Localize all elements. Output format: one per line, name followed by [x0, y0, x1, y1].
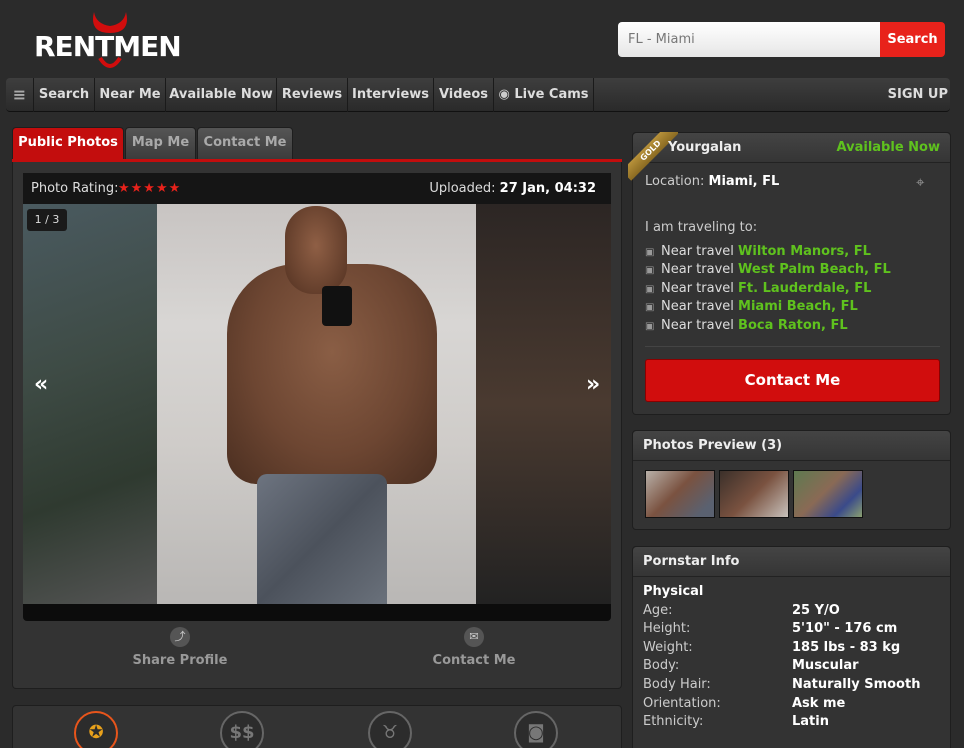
info-label: Age:: [643, 603, 673, 618]
nav-near-me[interactable]: Near Me: [95, 78, 166, 112]
pornstar-info-title: Pornstar Info: [633, 547, 950, 577]
luggage-icon: ▣: [645, 302, 655, 313]
contact-me-label: Contact Me: [432, 653, 516, 668]
photo-thumbnail[interactable]: [719, 470, 789, 518]
info-label: Orientation:: [643, 696, 721, 711]
travel-item: ▣ Near travel Miami Beach, FL: [645, 299, 858, 314]
share-icon: ⤴: [170, 627, 190, 647]
main-photo[interactable]: [157, 204, 476, 604]
site-header: RENTMEN Search: [0, 0, 964, 78]
travel-item: ▣ Near travel Wilton Manors, FL: [645, 244, 871, 259]
devil-icon[interactable]: ♉: [368, 711, 412, 748]
profile-location: Location: Miami, FL: [645, 174, 779, 189]
availability-status: Available Now: [836, 140, 940, 155]
travel-prefix: Near travel: [661, 318, 734, 333]
travel-city-link[interactable]: Wilton Manors, FL: [738, 244, 871, 259]
hamburger-icon[interactable]: ≡: [6, 78, 34, 112]
travel-prefix: Near travel: [661, 281, 734, 296]
next-arrow-icon[interactable]: »: [586, 372, 600, 397]
travel-prefix: Near travel: [661, 244, 734, 259]
uploaded-label: Uploaded:: [429, 181, 496, 196]
travel-prefix: Near travel: [661, 262, 734, 277]
nav-search[interactable]: Search: [34, 78, 95, 112]
luggage-icon: ▣: [645, 265, 655, 276]
search-button[interactable]: Search: [880, 22, 945, 57]
travel-city-link[interactable]: West Palm Beach, FL: [738, 262, 891, 277]
map-pin-icon[interactable]: ⌖: [916, 173, 936, 193]
search-input[interactable]: [618, 22, 880, 57]
share-profile-label: Share Profile: [132, 653, 228, 668]
signup-link[interactable]: SIGN UP: [888, 78, 948, 112]
info-label: Height:: [643, 621, 691, 636]
envelope-icon: ✉: [464, 627, 484, 647]
contact-me-button[interactable]: Contact Me: [645, 359, 940, 402]
contact-me-action-button[interactable]: ✉ Contact Me: [414, 627, 534, 668]
dollar-icon[interactable]: $$: [220, 711, 264, 748]
travel-item: ▣ Near travel Ft. Lauderdale, FL: [645, 281, 871, 296]
travel-item: ▣ Near travel Boca Raton, FL: [645, 318, 848, 333]
award-icon[interactable]: ✪: [74, 711, 118, 748]
prev-arrow-icon[interactable]: «: [34, 372, 48, 397]
tab-public-photos[interactable]: Public Photos: [12, 127, 124, 160]
tab-map-me[interactable]: Map Me: [125, 127, 196, 160]
travel-heading: I am traveling to:: [645, 220, 758, 235]
profile-username[interactable]: Yourgalan: [668, 140, 741, 155]
photo-rating-label: Photo Rating:: [31, 181, 119, 196]
share-profile-button[interactable]: ⤴ Share Profile: [120, 627, 240, 668]
camera-icon[interactable]: ◙: [514, 711, 558, 748]
info-value: 185 lbs - 83 kg: [792, 640, 901, 655]
photo-info-bar: Photo Rating: ★★★★★ Uploaded: 27 Jan, 04…: [23, 173, 611, 204]
luggage-icon: ▣: [645, 247, 655, 258]
info-value: Muscular: [792, 658, 859, 673]
photos-preview-title: Photos Preview (3): [633, 431, 950, 461]
webcam-icon: ◉: [498, 87, 510, 102]
nav-videos[interactable]: Videos: [434, 78, 494, 112]
prev-photo-preview[interactable]: [23, 204, 158, 604]
divider: [645, 346, 940, 347]
travel-prefix: Near travel: [661, 299, 734, 314]
location-label: Location:: [645, 174, 705, 189]
tab-contact-me[interactable]: Contact Me: [197, 127, 293, 160]
info-value: Latin: [792, 714, 829, 729]
travel-city-link[interactable]: Ft. Lauderdale, FL: [738, 281, 871, 296]
main-nav: ≡ Search Near Me Available Now Reviews I…: [6, 78, 950, 112]
site-logo[interactable]: RENTMEN: [28, 8, 188, 70]
photo-phone: [322, 286, 352, 326]
next-photo-preview[interactable]: [476, 204, 611, 604]
photo-subject-head: [285, 206, 347, 294]
logo-text: RENTMEN: [34, 30, 182, 63]
star-rating[interactable]: ★★★★★: [118, 173, 181, 204]
nav-interviews[interactable]: Interviews: [348, 78, 434, 112]
photo-counter: 1 / 3: [27, 209, 67, 231]
nav-live-cams-label: Live Cams: [514, 87, 589, 102]
info-label: Body:: [643, 658, 680, 673]
location-value: Miami, FL: [708, 174, 780, 189]
uploaded-date: 27 Jan, 04:32: [499, 181, 596, 196]
photo-subject-shorts: [257, 474, 387, 604]
info-label: Weight:: [643, 640, 693, 655]
travel-item: ▣ Near travel West Palm Beach, FL: [645, 262, 891, 277]
photo-thumbnail[interactable]: [793, 470, 863, 518]
physical-section-title: Physical: [643, 584, 704, 599]
info-value: 25 Y/O: [792, 603, 840, 618]
info-label: Body Hair:: [643, 677, 711, 692]
nav-available-now[interactable]: Available Now: [166, 78, 277, 112]
travel-city-link[interactable]: Boca Raton, FL: [738, 318, 848, 333]
uploaded-info: Uploaded: 27 Jan, 04:32: [429, 173, 596, 204]
photo-thumbnail[interactable]: [645, 470, 715, 518]
travel-city-link[interactable]: Miami Beach, FL: [738, 299, 858, 314]
nav-live-cams[interactable]: ◉ Live Cams: [494, 78, 594, 112]
info-label: Ethnicity:: [643, 714, 704, 729]
photo-carousel: [23, 204, 611, 621]
luggage-icon: ▣: [645, 321, 655, 332]
info-value: Ask me: [792, 696, 846, 711]
nav-reviews[interactable]: Reviews: [277, 78, 348, 112]
info-value: Naturally Smooth: [792, 677, 921, 692]
luggage-icon: ▣: [645, 284, 655, 295]
search-bar: Search: [618, 22, 945, 57]
info-value: 5'10" - 176 cm: [792, 621, 898, 636]
